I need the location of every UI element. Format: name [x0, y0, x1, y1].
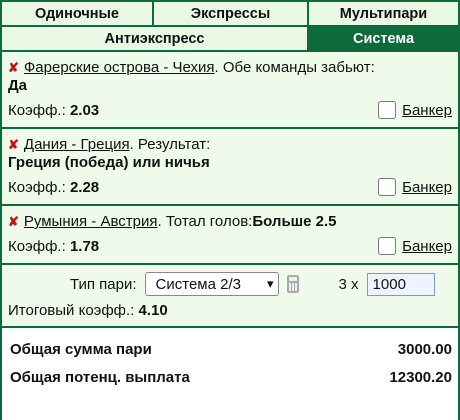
bet-type-label: Тип пари: [70, 275, 137, 293]
system-settings: Тип пари: Система 2/3 ▾ 3 x Итоговый коэ… [2, 265, 458, 328]
chevron-down-icon: ▾ [267, 276, 274, 291]
total-odds-value: 4.10 [138, 302, 168, 319]
odds-label: Коэфф.: [8, 237, 66, 255]
potential-payout-label: Общая потенц. выплата [10, 368, 190, 386]
banker-checkbox[interactable] [378, 101, 397, 119]
bet-item: ✘ Румыния - Австрия. Тотал голов:Больше 2… [2, 206, 458, 265]
total-stake-label: Общая сумма пари [10, 340, 152, 358]
total-stake-value: 3000.00 [397, 340, 452, 358]
slip-content: ✘ Фарерские острова - Чехия. Обе команды … [2, 52, 458, 420]
potential-payout-value: 12300.20 [389, 368, 452, 386]
slip-summary: Общая сумма пари 3000.00 Общая потенц. в… [2, 328, 458, 388]
calculator-icon[interactable] [286, 275, 299, 293]
bet-type-tabs-row-2: Антиэкспресс Система [2, 27, 458, 50]
match-link[interactable]: Румыния - Австрия [24, 213, 158, 230]
match-link[interactable]: Фарерские острова - Чехия [24, 59, 215, 76]
odds-value: 2.28 [69, 178, 100, 196]
market-label: . Результат: [129, 136, 211, 153]
bet-slip: Одиночные Экспрессы Мультипари Антиэкспр… [0, 0, 460, 420]
total-odds-label: Итоговый коэфф.: [8, 302, 135, 319]
potential-payout-row: Общая потенц. выплата 12300.20 [10, 366, 452, 388]
banker-checkbox[interactable] [378, 178, 397, 196]
banker-toggle[interactable]: Банкер [378, 237, 452, 255]
odds-label: Коэфф.: [8, 101, 66, 119]
banker-label[interactable]: Банкер [402, 102, 452, 119]
odds-value: 1.78 [69, 237, 100, 255]
tab-system[interactable]: Система [309, 27, 458, 50]
total-stake-row: Общая сумма пари 3000.00 [10, 338, 452, 360]
tab-singles[interactable]: Одиночные [2, 2, 152, 25]
odds-value: 2.03 [69, 101, 100, 119]
tab-anti-accumulator[interactable]: Антиэкспресс [2, 27, 307, 50]
market-label: . Тотал голов: [157, 213, 253, 230]
remove-bet-icon[interactable]: ✘ [8, 137, 19, 152]
bet-item: ✘ Фарерские острова - Чехия. Обе команды … [2, 52, 458, 129]
match-link[interactable]: Дания - Греция [24, 136, 130, 153]
banker-toggle[interactable]: Банкер [378, 178, 452, 196]
bet-item: ✘ Дания - Греция. Результат: Греция (побе… [2, 129, 458, 206]
selection-label: Да [8, 77, 28, 94]
system-type-value: Система 2/3 [155, 275, 241, 293]
tab-accumulators[interactable]: Экспрессы [154, 2, 307, 25]
total-odds: Итоговый коэфф.: 4.10 [8, 302, 452, 320]
banker-toggle[interactable]: Банкер [378, 101, 452, 119]
multiplier-label: 3 x [338, 275, 359, 293]
banker-label[interactable]: Банкер [402, 238, 452, 255]
stake-input[interactable] [366, 272, 435, 296]
selection-label: Больше 2.5 [252, 213, 337, 230]
banker-checkbox[interactable] [378, 237, 397, 255]
bet-type-tabs-row-1: Одиночные Экспрессы Мультипари [2, 2, 458, 25]
remove-bet-icon[interactable]: ✘ [8, 214, 19, 229]
market-label: . Обе команды забьют: [214, 59, 375, 76]
tab-multibets[interactable]: Мультипари [309, 2, 458, 25]
odds-label: Коэфф.: [8, 178, 66, 196]
remove-bet-icon[interactable]: ✘ [8, 60, 19, 75]
selection-label: Греция (победа) или ничья [8, 154, 210, 171]
banker-label[interactable]: Банкер [402, 179, 452, 196]
system-type-select[interactable]: Система 2/3 ▾ [144, 272, 279, 296]
